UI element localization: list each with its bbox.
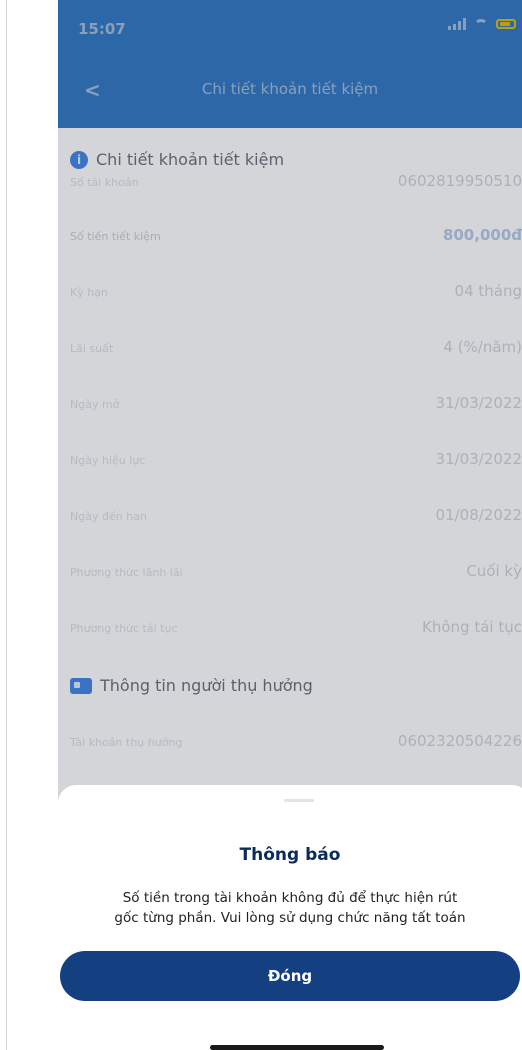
dialog-message-line2: gốc từng phần. Vui lòng sử dụng chức năn… bbox=[114, 910, 466, 926]
phone-screen: 15:07 < Chi tiết khoản tiết kiệm i Chi t… bbox=[58, 0, 522, 1050]
close-button[interactable]: Đóng bbox=[60, 951, 520, 1001]
dialog-message-line1: Số tiền trong tài khoản không đủ để thực… bbox=[122, 890, 458, 906]
dialog-message: Số tiền trong tài khoản không đủ để thực… bbox=[58, 888, 522, 928]
drag-handle[interactable] bbox=[284, 799, 314, 802]
left-divider bbox=[6, 0, 7, 1050]
notification-sheet: Thông báo Số tiền trong tài khoản không … bbox=[58, 785, 522, 1050]
home-indicator bbox=[210, 1045, 384, 1050]
dialog-title: Thông báo bbox=[239, 845, 341, 865]
